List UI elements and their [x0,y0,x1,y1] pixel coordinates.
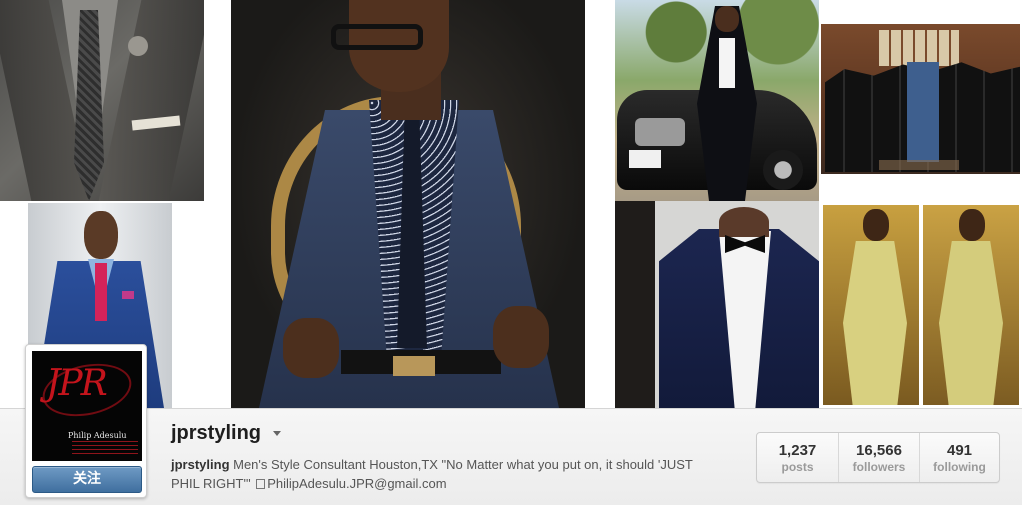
username-dropdown-caret-icon[interactable] [273,431,281,436]
profile-username: jprstyling [171,422,262,444]
bio-email: PhilipAdesulu.JPR@gmail.com [267,476,447,491]
avatar-logo: JPR [46,363,108,404]
stat-followers[interactable]: 16,566 followers [838,433,919,482]
bio-username: jprstyling [171,457,230,472]
envelope-icon [256,479,266,489]
stat-following-label: following [933,460,986,474]
stat-followers-label: followers [852,460,906,474]
stat-following-value: 491 [946,442,973,459]
avatar-card: JPR Philip Adesulu 关注 [25,344,147,498]
photo-grey-suit-closeup[interactable] [0,0,204,201]
photo-navy-tuxedo-mannequin[interactable] [615,201,819,408]
avatar-name: Philip Adesulu [68,431,127,440]
photo-wedding-groomsmen[interactable] [819,0,1022,201]
profile-bio: jprstyling Men's Style Consultant Housto… [171,455,711,493]
stat-posts[interactable]: 1,237 posts [757,433,838,482]
stat-posts-label: posts [781,460,814,474]
photo-tuxedo-with-car[interactable] [615,0,819,201]
profile-stats: 1,237 posts 16,566 followers 491 followi… [756,432,1000,483]
stat-following[interactable]: 491 following [919,433,999,482]
stat-followers-value: 16,566 [856,442,902,459]
follow-button[interactable]: 关注 [32,466,142,493]
stat-posts-value: 1,237 [778,442,817,459]
photo-mosaic [0,0,1022,408]
avatar[interactable]: JPR Philip Adesulu [32,351,142,461]
photo-yellow-suits[interactable] [819,201,1022,408]
photo-glasses-navy-suit[interactable] [231,0,585,408]
avatar-info-lines [72,441,138,457]
